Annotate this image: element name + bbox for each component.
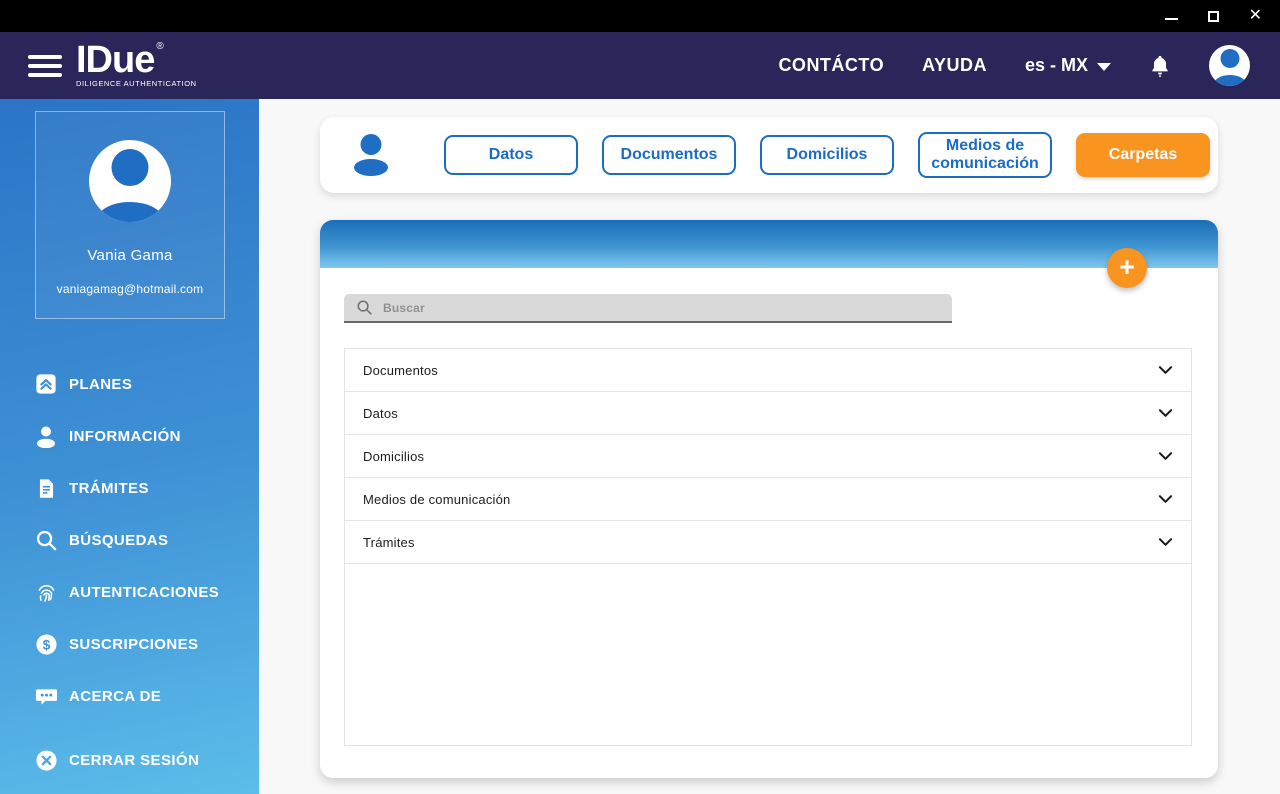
accordion-row-domicilios[interactable]: Domicilios bbox=[345, 435, 1191, 478]
chevron-down-icon[interactable] bbox=[1158, 451, 1173, 461]
logout-icon bbox=[34, 748, 58, 772]
chevron-down-icon[interactable] bbox=[1158, 494, 1173, 504]
sidebar-item-label: CERRAR SESIÓN bbox=[69, 751, 200, 769]
avatar-shoulders bbox=[97, 202, 163, 222]
chevron-down-icon[interactable] bbox=[1158, 365, 1173, 375]
sidebar-item-suscripciones[interactable]: $ SUSCRIPCIONES bbox=[0, 618, 259, 670]
sidebar-item-label: AUTENTICACIONES bbox=[69, 583, 220, 601]
accordion-list: Documentos Datos Domicilios Medios de co… bbox=[344, 348, 1192, 746]
app-logo: IDue ® DILIGENCE AUTHENTICATION bbox=[76, 38, 197, 89]
accordion-label: Documentos bbox=[363, 362, 438, 378]
person-icon-head bbox=[360, 134, 382, 155]
search-box bbox=[344, 294, 952, 323]
main-content: Datos Documentos Domicilios Medios de co… bbox=[259, 99, 1280, 794]
accordion-row-datos[interactable]: Datos bbox=[345, 392, 1191, 435]
search-icon bbox=[357, 300, 372, 315]
language-value: es - MX bbox=[1024, 55, 1088, 75]
nav-contacto[interactable]: CONTÁCTO bbox=[778, 55, 884, 76]
section-tabs-card: Datos Documentos Domicilios Medios de co… bbox=[320, 117, 1218, 193]
folders-panel: + Documentos Datos Domicilios Medios bbox=[320, 220, 1218, 778]
svg-text:$: $ bbox=[42, 637, 50, 652]
language-selector[interactable]: es - MX bbox=[1025, 55, 1111, 76]
user-name: Vania Gama bbox=[87, 247, 173, 264]
chevron-down-icon[interactable] bbox=[1158, 537, 1173, 547]
fingerprint-icon bbox=[34, 580, 58, 604]
search-icon bbox=[34, 528, 58, 552]
logo-tagline: DILIGENCE AUTHENTICATION bbox=[76, 79, 197, 89]
accordion-label: Trámites bbox=[363, 534, 415, 550]
accordion-row-tramites[interactable]: Trámites bbox=[345, 521, 1191, 564]
accordion-label: Medios de comunicación bbox=[363, 491, 511, 507]
window-titlebar: ✕ bbox=[0, 0, 1280, 32]
add-button[interactable]: + bbox=[1107, 248, 1147, 288]
user-card: Vania Gama vaniagamag@hotmail.com bbox=[35, 111, 225, 319]
profile-avatar[interactable] bbox=[1209, 45, 1250, 86]
accordion-label: Datos bbox=[363, 405, 398, 421]
sidebar-item-busquedas[interactable]: BÚSQUEDAS bbox=[0, 514, 259, 566]
sidebar-item-autenticaciones[interactable]: AUTENTICACIONES bbox=[0, 566, 259, 618]
sidebar-item-label: TRÁMITES bbox=[69, 479, 149, 497]
tab-datos[interactable]: Datos bbox=[444, 135, 578, 175]
avatar-head bbox=[1220, 49, 1239, 68]
maximize-icon[interactable] bbox=[1207, 10, 1219, 22]
avatar-head bbox=[111, 149, 149, 186]
sidebar: Vania Gama vaniagamag@hotmail.com PLANES… bbox=[0, 99, 259, 794]
notifications-bell-icon[interactable] bbox=[1149, 54, 1171, 78]
panel-header bbox=[320, 220, 1218, 268]
person-icon-shoulders bbox=[354, 159, 388, 176]
registered-mark: ® bbox=[156, 40, 164, 52]
dollar-icon: $ bbox=[34, 632, 58, 656]
plans-icon bbox=[34, 372, 58, 396]
sidebar-item-label: ACERCA DE bbox=[69, 687, 162, 705]
sidebar-item-tramites[interactable]: TRÁMITES bbox=[0, 462, 259, 514]
accordion-row-documentos[interactable]: Documentos bbox=[345, 349, 1191, 392]
sidebar-item-label: SUSCRIPCIONES bbox=[69, 635, 199, 653]
sidebar-item-acerca-de[interactable]: ACERCA DE bbox=[0, 670, 259, 722]
tab-carpetas[interactable]: Carpetas bbox=[1076, 133, 1210, 177]
person-icon bbox=[348, 132, 394, 178]
sidebar-item-informacion[interactable]: INFORMACIÓN bbox=[0, 410, 259, 462]
chevron-down-icon bbox=[1097, 62, 1111, 71]
sidebar-item-label: PLANES bbox=[69, 375, 133, 393]
accordion-row-medios-de-comunicacion[interactable]: Medios de comunicación bbox=[345, 478, 1191, 521]
chat-icon bbox=[34, 684, 58, 708]
sidebar-item-cerrar-sesion[interactable]: CERRAR SESIÓN bbox=[0, 734, 259, 786]
logo-wordmark: IDue bbox=[76, 38, 155, 81]
avatar-shoulders bbox=[1213, 75, 1246, 86]
sidebar-item-label: INFORMACIÓN bbox=[69, 427, 181, 445]
tab-documentos[interactable]: Documentos bbox=[602, 135, 736, 175]
search-input[interactable] bbox=[383, 294, 952, 321]
sidebar-item-planes[interactable]: PLANES bbox=[0, 358, 259, 410]
app-header: IDue ® DILIGENCE AUTHENTICATION CONTÁCTO… bbox=[0, 32, 1280, 99]
nav-ayuda[interactable]: AYUDA bbox=[922, 55, 987, 76]
document-icon bbox=[34, 476, 58, 500]
tab-domicilios[interactable]: Domicilios bbox=[760, 135, 894, 175]
tab-buttons: Datos Documentos Domicilios Medios de co… bbox=[444, 131, 1210, 179]
close-icon[interactable]: ✕ bbox=[1249, 8, 1262, 24]
user-email: vaniagamag@hotmail.com bbox=[56, 282, 204, 296]
hamburger-menu-icon[interactable] bbox=[28, 54, 62, 77]
sidebar-item-label: BÚSQUEDAS bbox=[69, 531, 169, 549]
user-avatar bbox=[89, 140, 171, 222]
tab-medios-de-comunicacion[interactable]: Medios de comunicación bbox=[918, 131, 1052, 179]
accordion-label: Domicilios bbox=[363, 448, 425, 464]
person-icon bbox=[34, 424, 58, 448]
chevron-down-icon[interactable] bbox=[1158, 408, 1173, 418]
minimize-icon[interactable] bbox=[1164, 18, 1178, 20]
sidebar-menu: PLANES INFORMACIÓN TRÁMITES BÚSQUEDAS AU… bbox=[0, 358, 259, 722]
